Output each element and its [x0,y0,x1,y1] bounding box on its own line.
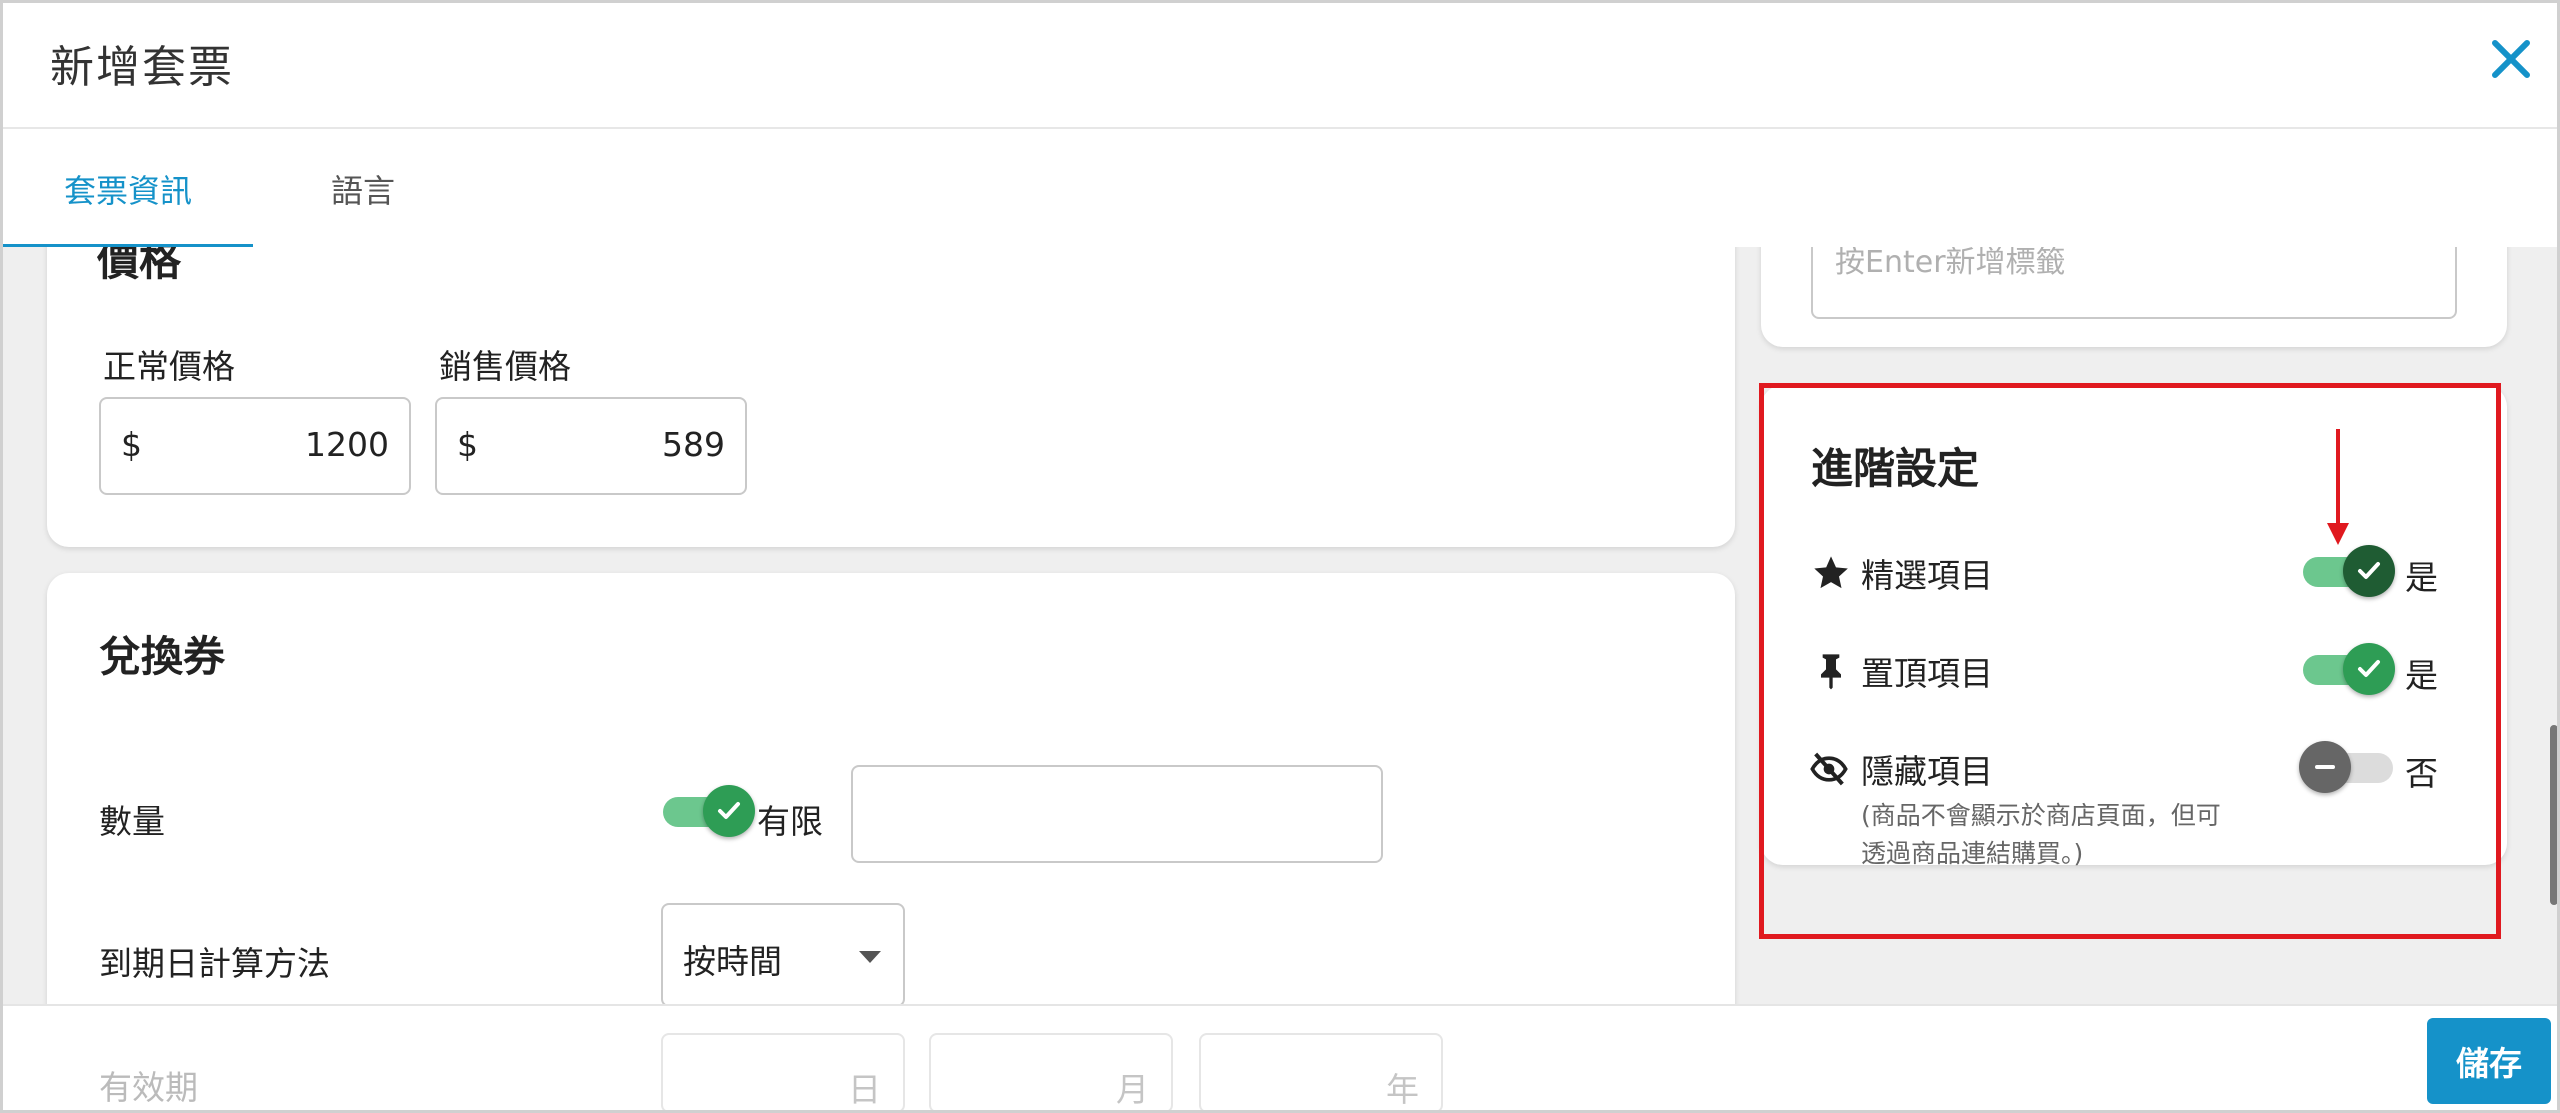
tab-bar: 套票資訊 語言 [3,131,2557,249]
check-icon [703,785,755,837]
expiry-method-value: 按時間 [683,942,782,981]
dialog-window: 新增套票 套票資訊 語言 價格 正常價格 銷售價格 $ 1200 $ 589 兌… [0,0,2560,1113]
save-button[interactable]: 儲存 [2427,1018,2551,1104]
quantity-input[interactable] [851,765,1383,863]
sale-price-value: 589 [662,425,725,464]
dialog-title: 新增套票 [50,42,234,93]
highlight-box [1759,383,2501,939]
expiry-method-select[interactable]: 按時間 [661,903,905,1004]
dialog-header: 新增套票 [3,3,2557,129]
sale-price-label: 銷售價格 [439,347,571,386]
arrow-down-icon [2327,429,2349,545]
day-unit: 日 [848,1070,881,1109]
tag-input[interactable]: 按Enter新增標籤 [1811,247,2457,319]
chevron-down-icon [859,951,881,963]
quantity-limit-toggle[interactable] [659,783,759,839]
validity-day-input[interactable]: 日 [661,1033,905,1110]
tab-ticket-info[interactable]: 套票資訊 [3,131,253,249]
regular-price-input[interactable]: $ 1200 [99,397,411,495]
voucher-heading: 兌換券 [99,632,226,681]
price-card: 價格 正常價格 銷售價格 $ 1200 $ 589 [47,247,1735,547]
price-heading: 價格 [97,247,182,285]
currency-symbol: $ [457,425,478,464]
quantity-limit-text: 有限 [757,802,823,841]
voucher-card: 兌換券 數量 有限 到期日計算方法 按時間 [47,573,1735,1004]
regular-price-value: 1200 [305,425,389,464]
tag-input-placeholder: 按Enter新增標籤 [1835,247,2066,280]
year-unit: 年 [1386,1070,1419,1109]
close-icon [2492,40,2530,78]
currency-symbol: $ [121,425,142,464]
validity-label: 有效期 [99,1068,198,1107]
month-unit: 月 [1116,1070,1149,1109]
validity-year-input[interactable]: 年 [1199,1033,1443,1110]
form-content[interactable]: 價格 正常價格 銷售價格 $ 1200 $ 589 兌換券 數量 有限 到期日計… [3,247,2557,1004]
sale-price-input[interactable]: $ 589 [435,397,747,495]
expiry-method-label: 到期日計算方法 [99,944,330,983]
quantity-label: 數量 [99,802,165,841]
validity-month-input[interactable]: 月 [929,1033,1173,1110]
scrollbar[interactable] [2550,725,2557,905]
close-button[interactable] [2485,33,2537,85]
tag-card: 按Enter新增標籤 [1761,247,2507,347]
regular-price-label: 正常價格 [103,347,235,386]
tab-language[interactable]: 語言 [293,131,433,247]
